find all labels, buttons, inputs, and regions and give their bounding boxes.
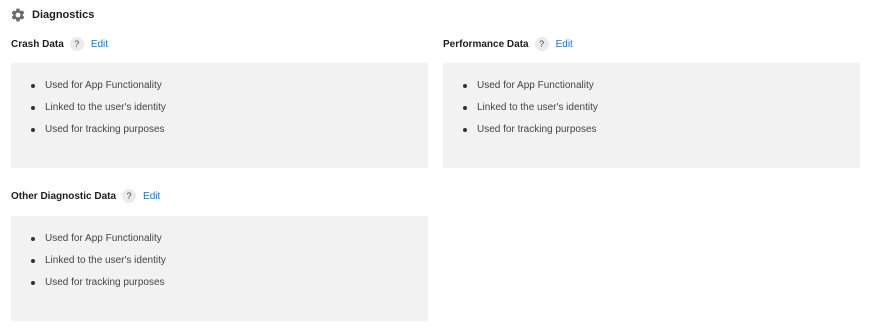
usage-list: Used for App Functionality Linked to the… xyxy=(31,80,166,146)
edit-link[interactable]: Edit xyxy=(556,39,573,50)
section-header: Diagnostics xyxy=(10,7,94,23)
card-crash-data: Used for App Functionality Linked to the… xyxy=(11,63,428,168)
card-header-performance-data: Performance Data ? Edit xyxy=(443,36,573,52)
card-header-crash-data: Crash Data ? Edit xyxy=(11,36,108,52)
list-item: Used for App Functionality xyxy=(463,80,598,92)
list-item-label: Used for tracking purposes xyxy=(45,277,165,288)
list-item: Linked to the user's identity xyxy=(31,255,166,267)
help-icon[interactable]: ? xyxy=(122,189,137,203)
gear-icon xyxy=(11,8,25,22)
bullet-icon xyxy=(463,106,467,110)
bullet-icon xyxy=(31,84,35,88)
bullet-icon xyxy=(31,259,35,263)
card-title: Other Diagnostic Data xyxy=(11,190,117,202)
list-item-label: Linked to the user's identity xyxy=(45,102,166,113)
card-performance-data: Used for App Functionality Linked to the… xyxy=(443,63,860,168)
list-item: Used for tracking purposes xyxy=(463,124,598,136)
list-item-label: Used for App Functionality xyxy=(45,233,162,244)
card-header-other-diagnostic-data: Other Diagnostic Data ? Edit xyxy=(11,188,160,204)
edit-link[interactable]: Edit xyxy=(143,191,160,202)
bullet-icon xyxy=(463,128,467,132)
list-item-label: Used for App Functionality xyxy=(477,80,594,91)
list-item-label: Linked to the user's identity xyxy=(477,102,598,113)
help-icon[interactable]: ? xyxy=(69,37,84,51)
list-item: Used for App Functionality xyxy=(31,80,166,92)
card-title: Performance Data xyxy=(443,38,529,50)
bullet-icon xyxy=(31,106,35,110)
list-item: Used for tracking purposes xyxy=(31,124,166,136)
list-item: Used for tracking purposes xyxy=(31,277,166,289)
help-icon[interactable]: ? xyxy=(534,37,549,51)
usage-list: Used for App Functionality Linked to the… xyxy=(31,233,166,299)
section-title: Diagnostics xyxy=(32,9,95,21)
list-item: Linked to the user's identity xyxy=(463,102,598,114)
list-item: Linked to the user's identity xyxy=(31,102,166,114)
list-item-label: Used for App Functionality xyxy=(45,80,162,91)
bullet-icon xyxy=(31,237,35,241)
edit-link[interactable]: Edit xyxy=(91,39,108,50)
bullet-icon xyxy=(31,128,35,132)
list-item-label: Used for tracking purposes xyxy=(477,124,597,135)
usage-list: Used for App Functionality Linked to the… xyxy=(463,80,598,146)
bullet-icon xyxy=(463,84,467,88)
card-title: Crash Data xyxy=(11,38,64,50)
list-item-label: Used for tracking purposes xyxy=(45,124,165,135)
card-other-diagnostic-data: Used for App Functionality Linked to the… xyxy=(11,216,428,321)
bullet-icon xyxy=(31,281,35,285)
list-item: Used for App Functionality xyxy=(31,233,166,245)
list-item-label: Linked to the user's identity xyxy=(45,255,166,266)
